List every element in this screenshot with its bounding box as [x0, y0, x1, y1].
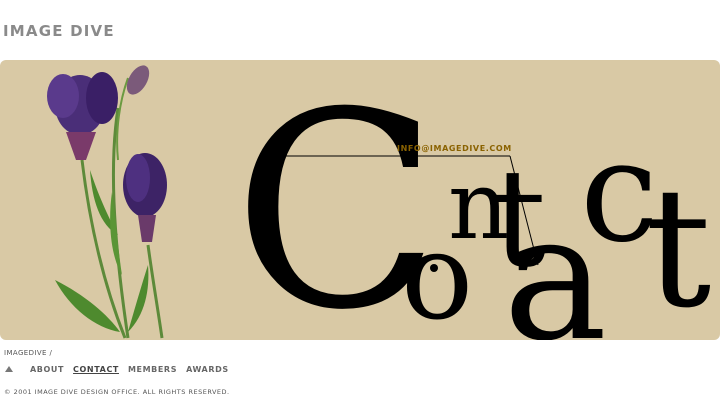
- nav-item-awards[interactable]: AWARDS: [186, 365, 229, 374]
- nav-item-about[interactable]: ABOUT: [30, 365, 64, 374]
- contact-email-link[interactable]: INFO@IMAGEDIVE.COM: [397, 144, 512, 153]
- hero-banner: C o n t a c t INFO@IMAGEDIVE.COM: [0, 60, 720, 340]
- up-triangle-icon[interactable]: [4, 364, 14, 374]
- breadcrumb[interactable]: IMAGEDIVE /: [4, 349, 52, 357]
- nav-item-contact[interactable]: CONTACT: [73, 365, 119, 374]
- main-navigation: ABOUT CONTACT MEMBERS AWARDS: [4, 363, 238, 375]
- nav-item-members[interactable]: MEMBERS: [128, 365, 177, 374]
- copyright-notice: © 2001 IMAGE DIVE DESIGN OFFICE. ALL RIG…: [4, 388, 230, 396]
- art-letter-t2: t: [645, 152, 711, 340]
- site-logo[interactable]: IMAGE DIVE: [3, 22, 115, 40]
- contact-artwork: C o n t a c t: [0, 60, 720, 340]
